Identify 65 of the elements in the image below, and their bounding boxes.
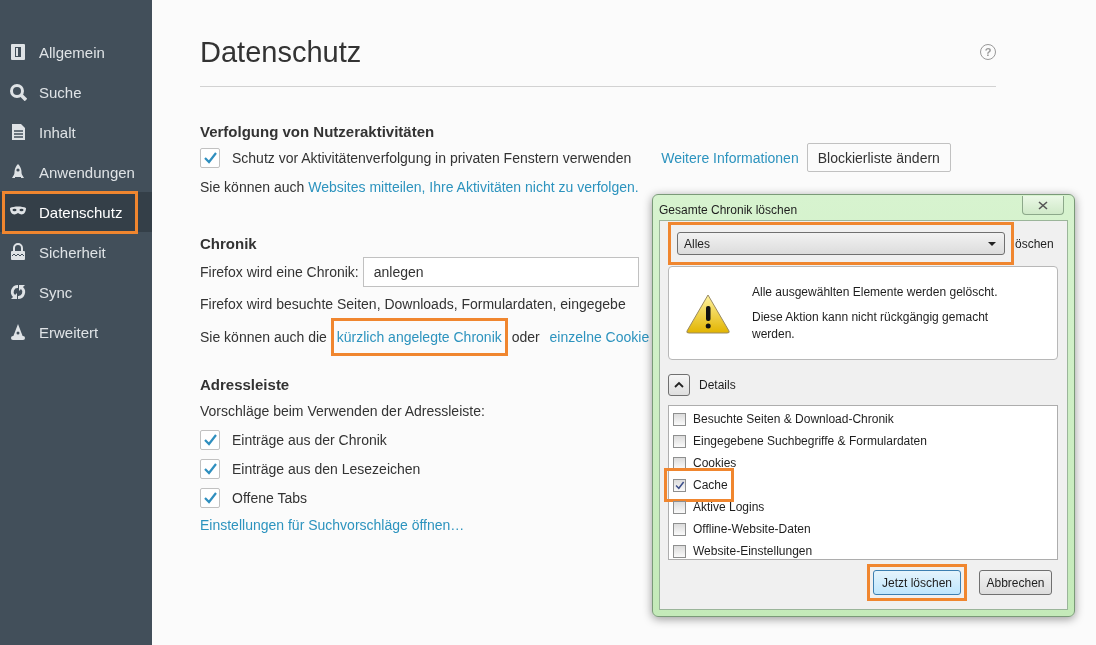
checkbox[interactable] [200,487,220,508]
dropdown-arrow-icon [988,241,996,246]
check-icon [674,479,685,491]
note-text: Sie können auch Websites mitteilen, Ihre Aktivitäten nicht zu verfolgen. [200,178,639,195]
checkbox[interactable] [673,478,686,492]
checkbox[interactable] [200,147,220,168]
checkbox-label: Website-Einstellungen [693,544,813,558]
warning-text: Alle ausgewählten Elemente werden gelöscht. [752,283,999,301]
text-link[interactable]: einzelne Cookie [549,329,650,345]
text-link[interactable]: Websites mitteilen, Ihre Aktivitäten nicht zu verfolgen. [308,178,639,195]
checkbox-label: Cache [693,478,728,492]
chevron-icon [674,381,684,389]
sidebar-item[interactable]: Anwendungen [9,153,135,191]
details-label: Details [699,378,736,392]
checkbox[interactable] [673,434,686,448]
checkbox-label: Aktive Logins [693,500,765,514]
suggestions-link[interactable]: Einstellungen für Suchvorschläge öffnen… [200,517,465,533]
checkbox-label: Cookies [693,456,737,470]
search-icon [9,83,27,101]
checkbox-label: Offene Tabs [232,489,307,506]
rocket-icon [9,163,27,181]
checkbox-label: Eingegebene Suchbegriffe & Formulardaten [693,434,927,448]
sidebar-item[interactable]: Allgemein [9,33,105,71]
dialog-button[interactable]: Jetzt löschen [873,570,961,595]
checkbox-label: Offline-Website-Daten [693,522,811,536]
range-label: öschen [1015,236,1054,251]
checkbox-label: Einträge aus den Lesezeichen [232,460,421,477]
close-icon [1037,199,1049,211]
text-link[interactable]: kürzlich angelegte Chronik [336,329,502,345]
close-button[interactable] [1022,196,1064,215]
switch-icon [9,43,27,61]
dialog-button[interactable]: Abbrechen [979,570,1052,595]
checkbox[interactable] [673,522,686,536]
checkbox[interactable] [673,544,686,558]
intro-text: Vorschläge beim Verwenden der Adressleiste: [200,401,485,421]
sidebar-item[interactable]: Sicherheit [9,233,106,271]
info-link[interactable]: Weitere Informationen [661,149,799,166]
page-title: Datenschutz [200,35,362,69]
checkbox-label: Besuchte Seiten & Download-Chronik [693,412,894,426]
checkbox-label: Einträge aus der Chronik [232,431,387,448]
select-label: Firefox wird eine Chronik: [200,264,359,280]
expand-button[interactable] [668,374,690,396]
dialog-title: Gesamte Chronik löschen [659,203,798,217]
time-range-dropdown[interactable]: Alles [677,232,1005,255]
warning-icon [686,292,730,334]
sync-icon [9,283,27,301]
history-dropdown[interactable]: anlegen [362,257,639,287]
lock-icon [9,243,27,261]
section-heading: Chronik [200,233,257,254]
sidebar-item[interactable]: Sync [9,273,73,311]
sidebar-item[interactable]: Suche [9,73,82,111]
document-icon [9,123,27,141]
section-heading: Verfolgung von Nutzeraktivitäten [200,121,435,142]
hat-icon [9,323,27,341]
note-text: Sie können auch die kürzlich angelegte Chronik oder einzelne Cookie [200,318,656,356]
checkbox[interactable] [200,429,220,450]
sidebar-item[interactable]: Inhalt [9,113,76,151]
blocklist-button[interactable]: Blockierliste ändern [806,143,951,172]
description-text: Firefox wird besuchte Seiten, Downloads, Formulardaten, eingegebe [200,295,626,312]
warning-text: Diese Aktion kann nicht rückgängig gemacht werden. [752,308,990,343]
checkbox[interactable] [200,458,220,479]
checkbox[interactable] [673,412,686,426]
sidebar-item[interactable]: Erweitert [9,313,99,351]
checkbox-label: Schutz vor Aktivitätenverfolgung in privaten Fenstern verwenden [232,149,632,166]
section-heading: Adressleiste [200,374,290,395]
